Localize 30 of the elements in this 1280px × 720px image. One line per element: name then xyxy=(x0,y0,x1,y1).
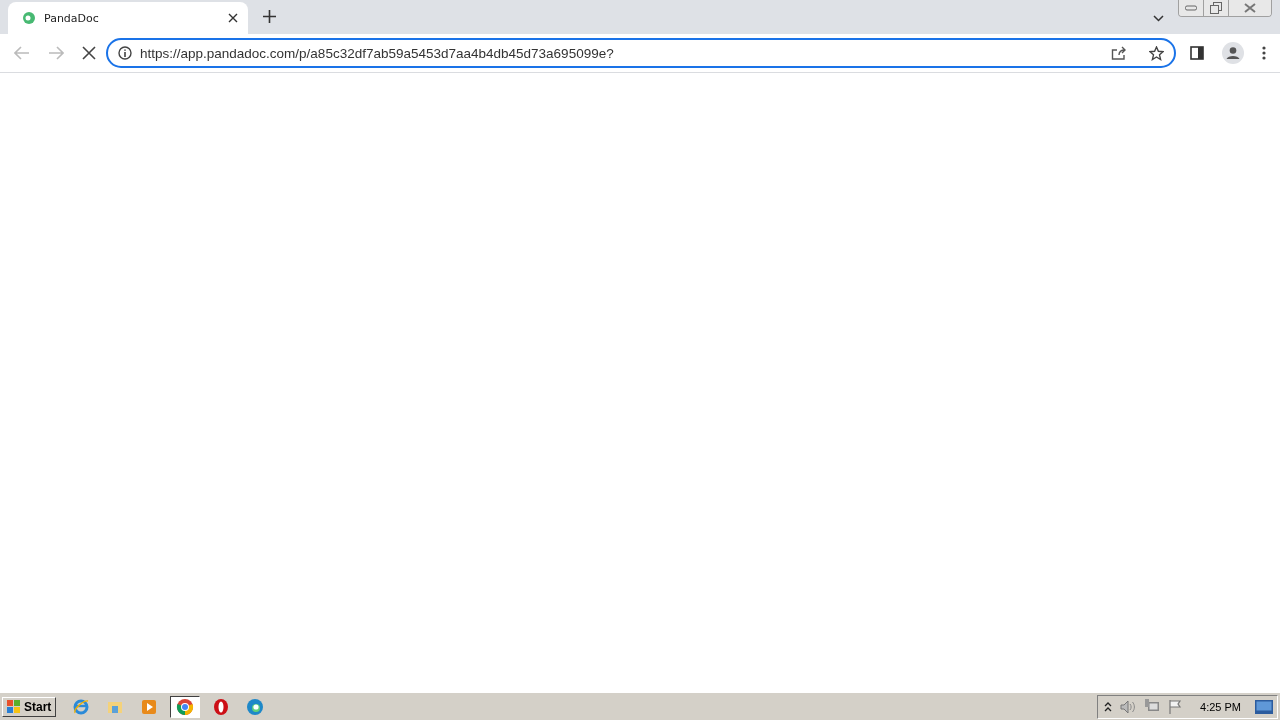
favicon-icon xyxy=(22,11,36,25)
restore-icon xyxy=(1210,2,1222,14)
close-button[interactable] xyxy=(1229,0,1271,16)
chevron-icon[interactable] xyxy=(1153,15,1164,22)
restore-button[interactable] xyxy=(1204,0,1229,16)
start-button[interactable]: Start xyxy=(2,696,57,717)
clock[interactable]: 4:25 PM xyxy=(1200,700,1241,713)
profile-icon[interactable] xyxy=(1222,42,1244,64)
star-icon[interactable] xyxy=(1149,45,1164,61)
info-icon[interactable] xyxy=(118,46,132,60)
close-icon xyxy=(1244,3,1256,13)
flag-icon[interactable] xyxy=(1168,699,1183,714)
taskbar-browser-icon[interactable] xyxy=(170,695,201,718)
address-bar[interactable]: https://app.pandadoc.com/p/a85c32df7ab59a5453d7aa4b4db45d73a695099e? xyxy=(106,38,1176,68)
stop-icon[interactable] xyxy=(82,46,96,60)
menu-icon[interactable] xyxy=(1262,46,1266,60)
minimize-icon xyxy=(1185,5,1197,11)
show-desktop-icon[interactable] xyxy=(1255,699,1273,714)
tray-arrow-icon[interactable] xyxy=(1104,701,1113,712)
tab-title: PandaDoc xyxy=(44,11,100,25)
close-icon[interactable] xyxy=(228,13,238,23)
windows-logo-icon xyxy=(7,700,21,713)
side-panel-icon[interactable] xyxy=(1190,46,1204,60)
speaker-icon[interactable] xyxy=(1120,699,1137,714)
start-label: Start xyxy=(24,699,52,714)
share-icon[interactable] xyxy=(1111,46,1127,60)
new-tab-icon[interactable] xyxy=(263,10,276,23)
url-text: https://app.pandadoc.com/p/a85c32df7ab59a5453d7aa4b4db45d73a695099e? xyxy=(140,45,614,61)
network-icon[interactable] xyxy=(1144,699,1161,714)
browser-tab[interactable]: PandaDoc xyxy=(8,2,248,34)
